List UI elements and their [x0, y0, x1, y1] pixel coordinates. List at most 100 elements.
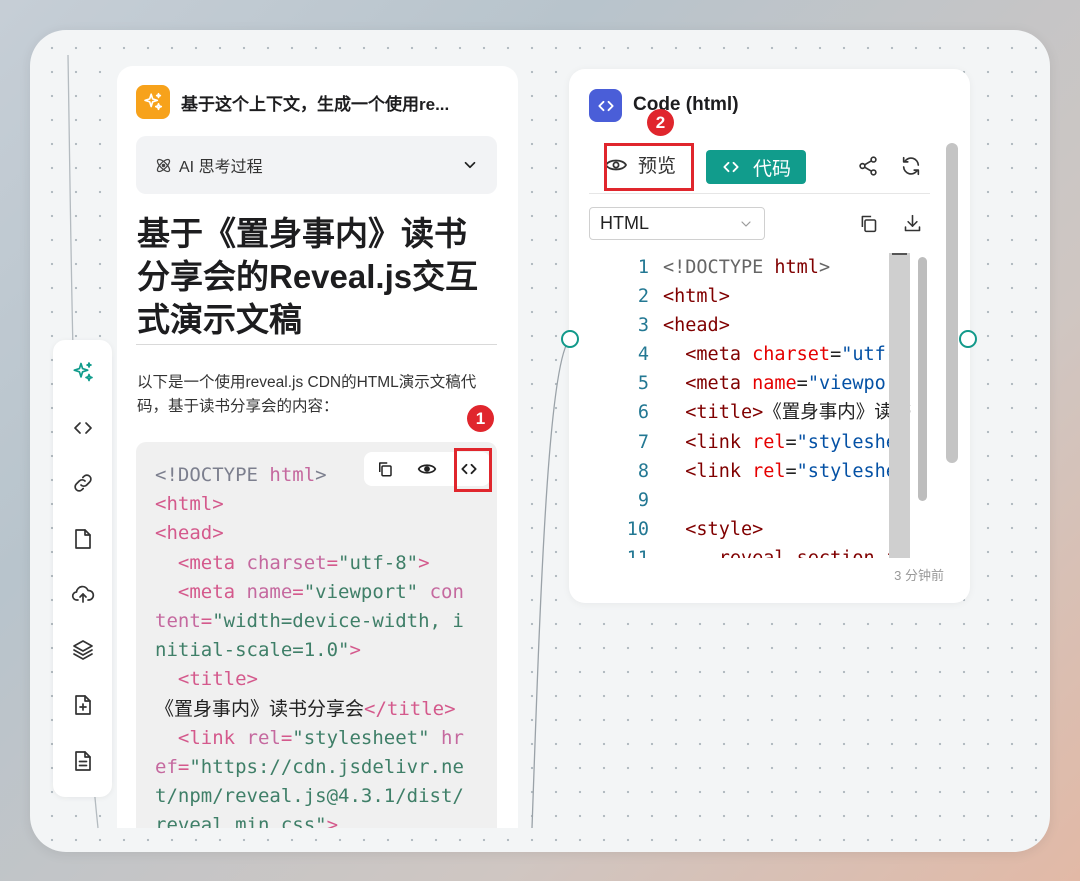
editor-code-line: <meta charset="utf-: [663, 344, 897, 366]
code-icon: [597, 100, 614, 111]
line-number: 9: [637, 489, 649, 511]
document-icon: [74, 750, 91, 771]
code-icon: [73, 421, 92, 434]
language-value: HTML: [600, 213, 649, 233]
toolbar-layers-button[interactable]: [63, 630, 103, 670]
file-add-icon: [74, 695, 91, 715]
preview-card-title: Code (html): [633, 94, 739, 115]
toolbar-ai-button[interactable]: [63, 352, 103, 392]
download-button[interactable]: [899, 210, 925, 236]
toolbar-link-button[interactable]: [63, 463, 103, 503]
link-icon: [73, 474, 92, 492]
copy-code-button[interactable]: [855, 210, 881, 236]
chat-code-line: reveal.min.css">: [155, 814, 339, 828]
refresh-button[interactable]: [898, 153, 924, 179]
code-icon: [723, 161, 739, 173]
minimap[interactable]: [889, 253, 910, 558]
line-number: 4: [637, 344, 649, 366]
line-number: 1: [637, 257, 649, 278]
chat-code-line: <title>: [155, 668, 258, 691]
chat-code-line: tent="width=device-width, i: [155, 610, 464, 633]
editor-code-line: <head>: [663, 315, 730, 337]
copy-icon: [861, 215, 876, 232]
editor-code-line: <link rel="styleshe: [663, 460, 897, 482]
toolbar-code-button[interactable]: [63, 408, 103, 448]
chat-code-text: <!DOCTYPE html> <html> <head> <meta char…: [155, 461, 464, 828]
eye-icon: [417, 464, 437, 474]
editor-code-text: <!DOCTYPE html> <html> <head> <meta char…: [663, 253, 911, 558]
highlight-box-code-button: [454, 448, 492, 492]
preview-button[interactable]: [410, 452, 444, 486]
line-number: 5: [637, 373, 649, 395]
side-toolbar: [53, 340, 112, 797]
line-number: 8: [637, 460, 649, 482]
code-badge: [589, 89, 622, 122]
tab-code-label: 代码: [752, 158, 791, 180]
line-number: 7: [637, 431, 649, 453]
sparkle-icon: [72, 362, 93, 382]
editor-scrollbar[interactable]: [915, 253, 929, 558]
atom-icon: [156, 158, 171, 172]
thinking-toggle[interactable]: AI 思考过程: [136, 136, 497, 194]
divider: [136, 344, 497, 345]
line-number: 2: [637, 286, 649, 308]
cloud-upload-icon: [71, 585, 94, 603]
thinking-label: AI 思考过程: [179, 159, 263, 176]
chat-code-line: t/npm/reveal.js@4.3.1/dist/: [155, 785, 464, 808]
share-button[interactable]: [855, 153, 881, 179]
connection-handle-right[interactable]: [959, 330, 977, 348]
step-marker-2: 2: [647, 109, 674, 136]
copy-button[interactable]: [368, 452, 402, 486]
editor-code-line: <!DOCTYPE html>: [663, 257, 831, 278]
sparkle-icon: [144, 92, 163, 111]
chat-code-line: 《置身事内》读书分享会</title>: [155, 697, 456, 720]
chat-code-line: nitial-scale=1.0">: [155, 639, 361, 662]
step-marker-1: 1: [467, 405, 494, 432]
chat-code-line: <link rel="stylesheet" hr: [155, 726, 464, 749]
share-icon: [859, 156, 877, 176]
chat-code-line: <html>: [155, 493, 224, 516]
ai-badge: [136, 85, 170, 119]
toolbar-upload-button[interactable]: [63, 574, 103, 614]
highlight-box-preview-tab: [604, 143, 694, 191]
editor-code-line: <link rel="styleshe: [663, 431, 897, 453]
layers-icon: [72, 639, 93, 660]
chat-code-line: <meta charset="utf-8">: [155, 551, 430, 574]
line-number: 11: [627, 548, 649, 558]
editor-code-line: <style>: [663, 518, 764, 540]
editor-code-line: <title>《置身事内》读书: [663, 402, 912, 424]
editor-code-line: <html>: [663, 286, 730, 308]
download-icon: [904, 214, 920, 231]
editor-code-line: <meta name="viewpor: [663, 373, 897, 395]
code-editor[interactable]: 1 2 3 4 5 6 7 8 9 10 11 <!DOCTYPE html> …: [589, 253, 929, 558]
chat-code-line: <meta name="viewport" con: [155, 580, 464, 603]
line-number: 10: [626, 518, 649, 540]
language-select[interactable]: HTML: [589, 207, 765, 240]
timestamp: 3 分钟前: [894, 568, 944, 583]
line-number: 3: [637, 315, 649, 337]
chevron-down-icon: [464, 161, 476, 169]
card-scrollbar[interactable]: [945, 141, 961, 581]
chat-code-line: ef="https://cdn.jsdelivr.ne: [155, 756, 464, 779]
intro-text: 以下是一个使用reveal.js CDN的HTML演示文稿代码，基于读书分享会的…: [137, 374, 477, 415]
line-numbers: 1 2 3 4 5 6 7 8 9 10 11: [589, 253, 649, 558]
doc-heading: 基于《置身事内》读书分享会的Reveal.js交互式演示文稿: [137, 215, 479, 338]
chat-title: 基于这个上下文，生成一个使用re...: [181, 94, 450, 114]
editor-code-line: .reveal section i: [663, 548, 897, 558]
chat-code-block: <!DOCTYPE html> <html> <head> <meta char…: [136, 442, 497, 828]
toolbar-new-file-button[interactable]: [63, 685, 103, 725]
preview-card-body: 预览 代码 HTML 1 2 3 4 5 6 7 8 9 10 11: [589, 141, 930, 581]
copy-icon: [379, 462, 392, 477]
chat-card: 基于这个上下文，生成一个使用re... AI 思考过程 基于《置身事内》读书分享…: [117, 66, 518, 828]
chevron-down-icon: [741, 220, 751, 227]
toolbar-document-button[interactable]: [63, 741, 103, 781]
file-icon: [74, 528, 91, 549]
connection-handle-left[interactable]: [561, 330, 579, 348]
chat-code-line: <!DOCTYPE html>: [155, 464, 327, 486]
chat-code-line: <head>: [155, 522, 224, 545]
toolbar-file-button[interactable]: [63, 519, 103, 559]
tab-code[interactable]: 代码: [706, 150, 806, 184]
chat-header: 基于这个上下文，生成一个使用re...: [136, 85, 449, 119]
line-number: 6: [637, 402, 649, 424]
refresh-icon: [902, 156, 920, 176]
